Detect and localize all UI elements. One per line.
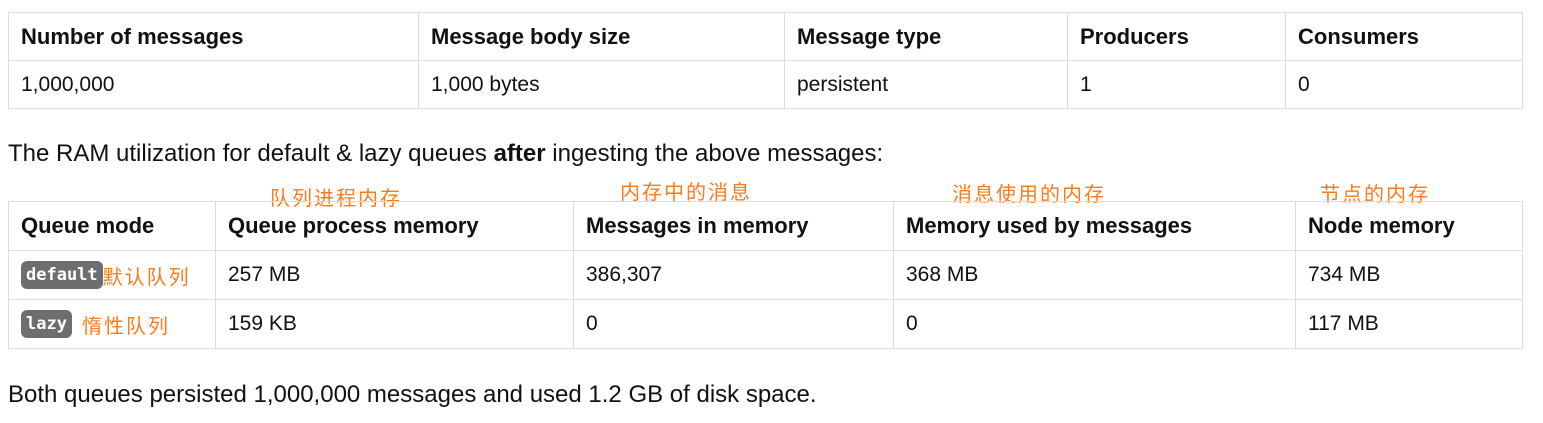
cell-messages-in-memory: 0 [573, 299, 894, 349]
header-queue-mode: Queue mode [8, 201, 216, 251]
header-queue-process-memory: Queue process memory [215, 201, 574, 251]
cell-producers: 1 [1067, 60, 1286, 109]
cell-queue-mode: lazy 惰性队列 [8, 299, 216, 349]
header-consumers: Consumers [1285, 12, 1523, 61]
message-parameters-table: Number of messages Message body size Mes… [8, 12, 1523, 109]
cell-queue-process-memory: 159 KB [215, 299, 574, 349]
table-row: default 默认队列 257 MB 386,307 368 MB 734 MB [8, 250, 1523, 300]
cell-number-of-messages: 1,000,000 [8, 60, 419, 109]
queue-mode-code: default [21, 261, 103, 289]
table-header-row: Queue mode Queue process memory Messages… [8, 201, 1523, 251]
queue-mode-code: lazy [21, 310, 72, 338]
intro-text-bold: after [493, 140, 546, 167]
cell-queue-mode: default 默认队列 [8, 250, 216, 300]
cell-node-memory: 734 MB [1295, 250, 1523, 300]
table-row: lazy 惰性队列 159 KB 0 0 117 MB [8, 299, 1523, 349]
footer-paragraph: Both queues persisted 1,000,000 messages… [8, 381, 817, 408]
cell-messages-in-memory: 386,307 [573, 250, 894, 300]
ram-utilization-table: Queue mode Queue process memory Messages… [8, 201, 1523, 349]
header-messages-in-memory: Messages in memory [573, 201, 894, 251]
header-node-memory: Node memory [1295, 201, 1523, 251]
intro-paragraph: The RAM utilization for default & lazy q… [8, 140, 883, 168]
queue-mode-note: 默认队列 [102, 264, 191, 289]
cell-memory-used-by-messages: 368 MB [893, 250, 1296, 300]
cell-consumers: 0 [1285, 60, 1523, 109]
header-message-body-size: Message body size [418, 12, 785, 61]
cell-message-type: persistent [784, 60, 1068, 109]
header-message-type: Message type [784, 12, 1068, 61]
intro-text-after: ingesting the above messages: [545, 140, 884, 167]
cell-queue-process-memory: 257 MB [215, 250, 574, 300]
cell-message-body-size: 1,000 bytes [418, 60, 785, 109]
table-row: 1,000,000 1,000 bytes persistent 1 0 [8, 60, 1523, 109]
cell-memory-used-by-messages: 0 [893, 299, 1296, 349]
header-memory-used-by-messages: Memory used by messages [893, 201, 1296, 251]
header-producers: Producers [1067, 12, 1286, 61]
cell-node-memory: 117 MB [1295, 299, 1523, 349]
header-number-of-messages: Number of messages [8, 12, 419, 61]
queue-mode-note: 惰性队列 [81, 313, 170, 338]
table-header-row: Number of messages Message body size Mes… [8, 12, 1523, 61]
intro-text-before: The RAM utilization for default & lazy q… [8, 140, 494, 167]
